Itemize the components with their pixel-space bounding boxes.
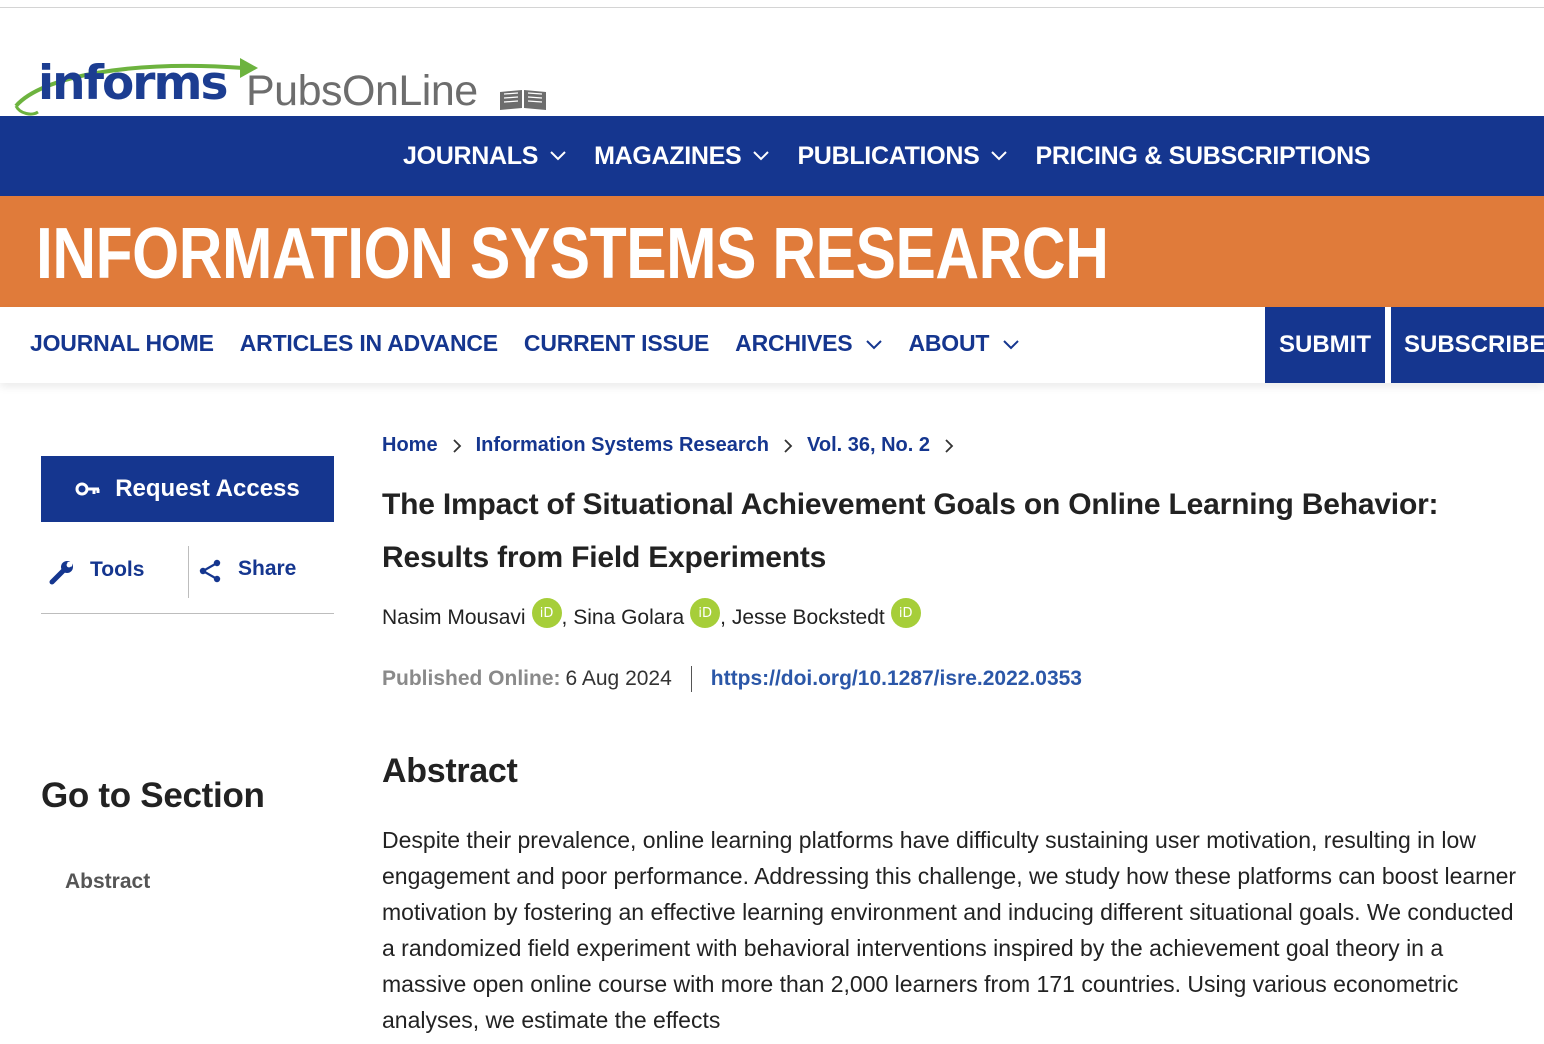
tools-share-divider bbox=[188, 546, 189, 598]
chevron-down-icon bbox=[991, 151, 1008, 161]
publication-info: Published Online: 6 Aug 2024 https://doi… bbox=[382, 666, 1082, 692]
section-link-abstract[interactable]: Abstract bbox=[65, 870, 150, 894]
share-button[interactable]: Share bbox=[198, 548, 296, 590]
nav-magazines[interactable]: MAGAZINES bbox=[594, 141, 770, 171]
pubinfo-divider bbox=[690, 666, 692, 692]
wrench-icon bbox=[48, 558, 76, 592]
archives-label: ARCHIVES bbox=[735, 329, 853, 356]
tools-label: Tools bbox=[90, 558, 145, 581]
informs-pubsonline-logo[interactable]: informs PubsOnLine bbox=[12, 48, 552, 116]
sidebar-divider bbox=[41, 613, 334, 614]
share-label: Share bbox=[238, 557, 297, 580]
author-list: Nasim Mousavi iD , Sina Golara iD , Jess… bbox=[382, 598, 921, 630]
tools-button[interactable]: Tools bbox=[48, 548, 144, 592]
nav-journals[interactable]: JOURNALS bbox=[403, 142, 566, 171]
journal-nav-articles-in-advance[interactable]: ARTICLES IN ADVANCE bbox=[240, 330, 498, 357]
orcid-icon[interactable]: iD bbox=[690, 598, 721, 628]
journal-nav-about[interactable]: ABOUT bbox=[908, 330, 1019, 357]
submit-button[interactable]: SUBMIT bbox=[1265, 307, 1385, 383]
breadcrumb: Home Information Systems Research Vol. 3… bbox=[382, 434, 968, 457]
key-icon bbox=[75, 482, 101, 496]
breadcrumb-home[interactable]: Home bbox=[382, 434, 438, 457]
breadcrumb-journal[interactable]: Information Systems Research bbox=[476, 434, 769, 457]
orcid-icon[interactable]: iD bbox=[531, 598, 562, 628]
about-label: ABOUT bbox=[908, 329, 990, 356]
article-title: The Impact of Situational Achievement Go… bbox=[382, 488, 1439, 574]
journal-nav-current-issue[interactable]: CURRENT ISSUE bbox=[524, 330, 709, 357]
nav-publications[interactable]: PUBLICATIONS bbox=[797, 141, 1008, 171]
nav-journals-label: JOURNALS bbox=[403, 141, 539, 170]
abstract-body: Despite their prevalence, online learnin… bbox=[382, 827, 1517, 1033]
nav-pricing-label: PRICING & SUBSCRIPTIONS bbox=[1035, 141, 1371, 170]
journal-banner: INFORMATION SYSTEMS RESEARCH bbox=[0, 196, 1544, 307]
orcid-icon[interactable]: iD bbox=[890, 598, 921, 628]
subscribe-button[interactable]: SUBSCRIBE bbox=[1391, 307, 1544, 383]
chevron-down-icon bbox=[1003, 340, 1019, 350]
request-access-label: Request Access bbox=[115, 475, 300, 502]
author-name[interactable]: Jesse Bockstedt bbox=[732, 606, 885, 630]
published-online-label: Published Online: bbox=[382, 667, 561, 690]
nav-publications-label: PUBLICATIONS bbox=[797, 141, 980, 170]
chevron-down-icon bbox=[753, 151, 770, 161]
journal-title[interactable]: INFORMATION SYSTEMS RESEARCH bbox=[36, 206, 1109, 302]
chevron-right-icon bbox=[783, 438, 793, 454]
open-book-icon bbox=[500, 90, 546, 110]
chevron-down-icon bbox=[550, 151, 566, 161]
chevron-right-icon bbox=[452, 438, 462, 454]
logo-brand-text: informs bbox=[38, 56, 228, 111]
top-divider bbox=[0, 7, 1544, 8]
nav-pricing-subscriptions[interactable]: PRICING & SUBSCRIPTIONS bbox=[1035, 142, 1370, 171]
chevron-down-icon bbox=[866, 340, 883, 350]
author-name[interactable]: Nasim Mousavi bbox=[382, 606, 526, 630]
author-name[interactable]: Sina Golara bbox=[573, 606, 684, 630]
main-navigation: JOURNALS MAGAZINES PUBLICATIONS PRICING … bbox=[0, 116, 1544, 196]
chevron-right-icon bbox=[944, 438, 954, 454]
breadcrumb-issue[interactable]: Vol. 36, No. 2 bbox=[807, 434, 930, 457]
logo-product-text: PubsOnLine bbox=[246, 67, 478, 115]
journal-nav-home[interactable]: JOURNAL HOME bbox=[30, 330, 214, 357]
published-date: 6 Aug 2024 bbox=[565, 667, 672, 690]
nav-magazines-label: MAGAZINES bbox=[594, 141, 742, 170]
go-to-section-heading: Go to Section bbox=[41, 776, 265, 815]
journal-nav-archives[interactable]: ARCHIVES bbox=[735, 329, 883, 357]
abstract-heading: Abstract bbox=[382, 752, 518, 790]
doi-link[interactable]: https://doi.org/10.1287/isre.2022.0353 bbox=[711, 667, 1082, 691]
share-icon bbox=[198, 558, 222, 590]
author-separator: , bbox=[720, 606, 726, 629]
author-separator: , bbox=[561, 606, 568, 629]
journal-navigation: JOURNAL HOME ARTICLES IN ADVANCE CURRENT… bbox=[0, 307, 1544, 383]
request-access-button[interactable]: Request Access bbox=[41, 456, 334, 522]
